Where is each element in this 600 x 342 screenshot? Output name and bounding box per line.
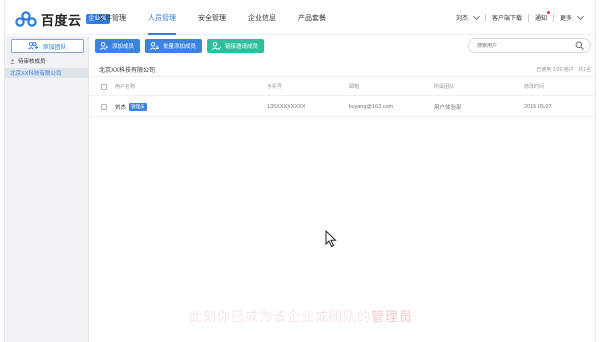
sidebar-item-company[interactable]: 北京XX科技有限公司	[5, 68, 89, 78]
table-header: 用户名称 手机号 邮箱 所属团队 修改时间	[89, 78, 595, 96]
company-title: 北京XX科技有限公司	[99, 68, 156, 74]
member-phone: 135XXXXXXXX	[267, 103, 306, 110]
link-user-icon	[212, 42, 222, 50]
notice-link[interactable]: 通知	[529, 11, 553, 22]
tab-company-info[interactable]: 企业信息	[248, 0, 276, 35]
client-download-label: 客户端下载	[491, 16, 522, 22]
column-header-phone: 手机号	[267, 84, 283, 90]
add-user-icon	[100, 42, 108, 50]
more-menu[interactable]: 更多	[554, 12, 589, 22]
app-window: 百度云 企业版 文件管理 人员管理 安全管理 企业信息 产品套餐 刘杰 客户端下…	[4, 0, 596, 342]
nav-right: 刘杰 客户端下载 通知 更多	[450, 0, 589, 35]
sidebar-item-label: 待审核成员	[18, 59, 46, 65]
mouse-cursor-icon	[325, 230, 337, 248]
company-header: 北京XX科技有限公司 已使用 1/20 用户 · 共1名	[89, 59, 595, 77]
sidebar-item-label: 北京XX科技有限公司	[10, 71, 62, 77]
top-nav: 百度云 企业版 文件管理 人员管理 安全管理 企业信息 产品套餐 刘杰 客户端下…	[5, 0, 595, 35]
chevron-down-icon	[576, 12, 585, 20]
add-team-icon	[28, 42, 39, 50]
member-team: 用户体验部	[434, 104, 462, 111]
sidebar-item-pending[interactable]: 待审核成员	[5, 56, 89, 66]
row-checkbox[interactable]	[101, 103, 107, 110]
invite-link-button[interactable]: 链接邀请成员	[207, 39, 265, 53]
column-header-name: 用户名称	[115, 84, 136, 90]
search-box[interactable]	[468, 38, 591, 53]
column-header-email: 邮箱	[349, 84, 360, 90]
tab-files[interactable]: 文件管理	[98, 0, 126, 35]
tab-plans[interactable]: 产品套餐	[298, 0, 326, 35]
search-input[interactable]	[477, 42, 573, 50]
member-email: liuyang@163.com	[349, 103, 394, 110]
member-name: 刘杰	[115, 104, 127, 111]
client-download-link[interactable]: 客户端下载	[486, 13, 528, 22]
notice-label: 通知	[534, 16, 547, 22]
member-modified-time: 2015.05.07	[524, 103, 552, 110]
notification-dot	[546, 11, 550, 14]
tab-security[interactable]: 安全管理	[198, 0, 226, 35]
caption-overlay: 此刻你已成为该企业或团队的管理员	[5, 306, 595, 325]
logo-text: 百度云	[41, 12, 82, 28]
sidebar: 添加团队 待审核成员 北京XX科技有限公司	[5, 36, 89, 342]
member-name-cell: 刘杰 管理员	[115, 97, 147, 116]
invite-link-label: 链接邀请成员	[225, 44, 259, 50]
caption-text: 此刻你已成为该企业或团队的	[188, 309, 371, 324]
user-menu[interactable]: 刘杰	[450, 12, 485, 22]
user-name: 刘杰	[455, 16, 468, 22]
caption-highlight: 管理员	[371, 309, 414, 324]
column-header-team: 所属团队	[434, 84, 455, 90]
tab-members[interactable]: 人员管理	[148, 0, 176, 35]
add-team-button[interactable]: 添加团队	[11, 39, 84, 53]
main-tabs: 文件管理 人员管理 安全管理 企业信息 产品套餐	[98, 0, 348, 35]
add-member-button[interactable]: 添加成员	[95, 39, 141, 53]
select-all-checkbox[interactable]	[101, 83, 107, 90]
column-header-time: 修改时间	[524, 84, 545, 90]
admin-badge: 管理员	[129, 102, 147, 111]
select-all-cell[interactable]	[101, 78, 107, 95]
batch-add-icon	[150, 42, 159, 50]
user-icon	[10, 58, 15, 64]
row-select-cell[interactable]	[101, 97, 107, 116]
search-icon[interactable]	[575, 41, 584, 50]
baidu-cloud-logo[interactable]: 百度云 企业版	[15, 10, 110, 28]
baidu-cloud-logo-icon	[15, 11, 37, 27]
more-label: 更多	[559, 16, 572, 22]
add-member-label: 添加成员	[112, 44, 135, 50]
table-row[interactable]: 刘杰 管理员 135XXXXXXXX liuyang@163.com 用户体验部…	[89, 97, 595, 117]
member-count: 已使用 1/20 用户 · 共1名	[536, 67, 591, 73]
batch-add-label: 批量添加成员	[163, 44, 197, 50]
chevron-down-icon	[472, 12, 480, 20]
member-toolbar: 添加成员 批量添加成员 链接邀请成员	[95, 39, 269, 53]
add-team-label: 添加团队	[42, 44, 67, 51]
batch-add-button[interactable]: 批量添加成员	[145, 39, 203, 53]
